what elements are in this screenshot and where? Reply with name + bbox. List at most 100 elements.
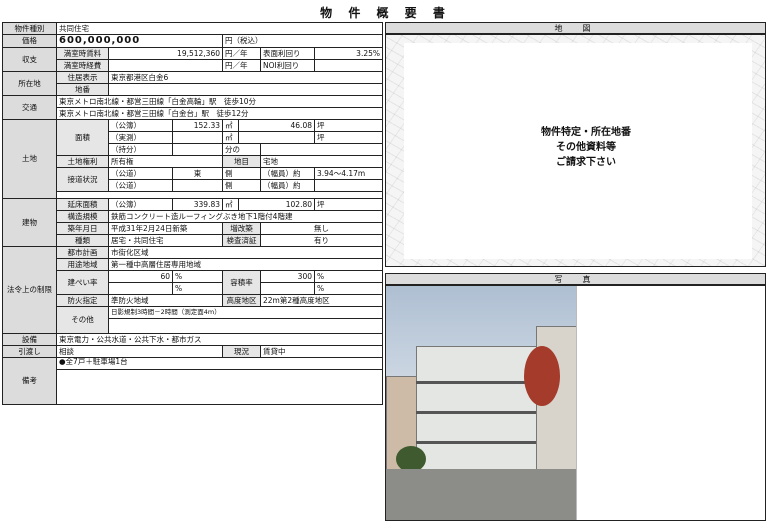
- far-label: 容積率: [222, 270, 261, 295]
- price-value: 600,000,000: [56, 34, 223, 48]
- extension-label: 増改築: [222, 222, 261, 235]
- unit-tsubo: 坪: [314, 119, 383, 132]
- structure-label: 構造規模: [56, 210, 109, 223]
- fire-value: 準防火地域: [108, 294, 223, 307]
- land-share-label: （持分）: [108, 143, 173, 156]
- map-request-note: 物件特定・所在地番 その他資料等 ご請求下さい: [486, 125, 686, 170]
- income-label: 収支: [2, 47, 57, 72]
- land-official-tsubo: 46.08: [238, 119, 315, 132]
- other-value: 日影規制3時間－2時間（測定面4m）: [108, 306, 383, 319]
- utilities-value: 東京電力・公共水道・公共下水・都市ガス: [56, 333, 383, 346]
- status-label: 現況: [222, 345, 261, 358]
- building-label: 建物: [2, 198, 57, 247]
- income-full-label: 満室時賃料: [56, 47, 109, 60]
- city-plan-value: 市街化区域: [108, 246, 383, 259]
- floor-area-official: （公簿）: [108, 198, 173, 211]
- far-value: 300: [260, 270, 315, 283]
- type-value: 共同住宅: [56, 22, 383, 35]
- structure-value: 鉄筋コンクリート造ルーフィングぶき地下1階付4階建: [108, 210, 383, 223]
- address-display-label: 住居表示: [56, 71, 109, 84]
- road-2-side: 側: [222, 179, 261, 192]
- type-label: 物件種別: [2, 22, 57, 35]
- bcr-percent-2: %: [172, 282, 223, 295]
- delivery-value: 相談: [56, 345, 223, 358]
- yield-gross-label: 表面利回り: [260, 47, 315, 60]
- road-1-width-label: （幅員）約: [260, 167, 315, 180]
- road-label: 接道状況: [56, 167, 109, 192]
- photo-balcony-2: [416, 411, 536, 414]
- extension-value: 無し: [260, 222, 383, 235]
- bcr-value: 60: [108, 270, 173, 283]
- photo-cover-sheet: [576, 286, 765, 520]
- expense-unit: 円／年: [222, 59, 261, 72]
- photo-balcony-1: [416, 381, 536, 384]
- floor-area-m2: 339.83: [172, 198, 223, 211]
- income-full-value: 19,512,360: [108, 47, 223, 60]
- road-1-width: 3.94～4.17m: [314, 167, 383, 180]
- land-right-value: 所有権: [108, 155, 223, 168]
- road-1-side: 側: [222, 167, 261, 180]
- income-full-unit: 円／年: [222, 47, 261, 60]
- traffic-1: 東京メトロ南北線・都営三田線「白金高輪」駅 徒歩10分: [56, 95, 383, 108]
- yield-noi-label: NOI利回り: [260, 59, 315, 72]
- inspection-label: 検査済証: [222, 234, 261, 247]
- bcr-percent: %: [172, 270, 223, 283]
- map-panel: 物件特定・所在地番 その他資料等 ご請求下さい: [385, 34, 766, 267]
- built-label: 築年月日: [56, 222, 109, 235]
- land-share-unit: 分の: [222, 143, 261, 156]
- building-photo: [385, 285, 766, 521]
- photo-red-tree: [524, 346, 560, 406]
- road-2-width-label: （幅員）約: [260, 179, 315, 192]
- page-title: 物 件 概 要 書: [320, 6, 451, 20]
- delivery-label: 引渡し: [2, 345, 57, 358]
- floor-area-label: 延床面積: [56, 198, 109, 211]
- land-official-m2: 152.33: [172, 119, 223, 132]
- floor-area-tsubo: 102.80: [238, 198, 315, 211]
- unit-tsubo-2: 坪: [314, 131, 383, 144]
- address-display-value: 東京都港区白金6: [108, 71, 383, 84]
- height-label: 高度地区: [222, 294, 261, 307]
- far-percent: %: [314, 270, 383, 283]
- unit-m2-3: ㎡: [222, 198, 239, 211]
- law-label: 法令上の制限: [2, 246, 57, 334]
- map-note-line-3: ご請求下さい: [556, 157, 616, 168]
- fire-label: 防火指定: [56, 294, 109, 307]
- land-right-label: 土地権利: [56, 155, 109, 168]
- land-category-label: 地目: [222, 155, 261, 168]
- map-heading: 地 図: [385, 22, 766, 34]
- yield-gross-value: 3.25%: [314, 47, 383, 60]
- land-category-value: 宅地: [260, 155, 383, 168]
- unit-m2-2: ㎡: [222, 131, 239, 144]
- land-official-label: （公簿）: [108, 119, 173, 132]
- area-label: 面積: [56, 119, 109, 156]
- price-unit: 円（税込）: [222, 34, 383, 48]
- kind-label: 種類: [56, 234, 109, 247]
- road-1-label: （公道）: [108, 167, 173, 180]
- built-value: 平成31年2月24日新築: [108, 222, 223, 235]
- land-label: 土地: [2, 119, 57, 199]
- inspection-value: 有り: [260, 234, 383, 247]
- photo-balcony-3: [416, 441, 536, 444]
- height-value: 22m第2種高度地区: [260, 294, 383, 307]
- zone-label: 用途地域: [56, 258, 109, 271]
- location-label: 所在地: [2, 71, 57, 96]
- photo-heading: 写 真: [385, 273, 766, 285]
- traffic-label: 交通: [2, 95, 57, 120]
- unit-m2: ㎡: [222, 119, 239, 132]
- status-value: 賃貸中: [260, 345, 383, 358]
- bcr-label: 建ぺい率: [56, 270, 109, 295]
- property-summary-table: 物件種別 共同住宅 価格 600,000,000 円（税込） 収支 満室時賃料 …: [2, 22, 383, 405]
- map-note-line-2: その他資料等: [556, 142, 616, 153]
- utilities-label: 設備: [2, 333, 57, 346]
- other-label: その他: [56, 306, 109, 334]
- remarks-label: 備考: [2, 357, 57, 405]
- lot-label: 地番: [56, 83, 109, 96]
- remarks-value: ●全7戸＋駐車場1台: [56, 357, 383, 370]
- traffic-2: 東京メトロ南北線・都営三田線「白金台」駅 徒歩12分: [56, 107, 383, 120]
- kind-value: 居宅・共同住宅: [108, 234, 223, 247]
- map-note-line-1: 物件特定・所在地番: [541, 127, 631, 138]
- price-label: 価格: [2, 34, 57, 48]
- city-plan-label: 都市計画: [56, 246, 109, 259]
- far-percent-2: %: [314, 282, 383, 295]
- expense-label: 満室時経費: [56, 59, 109, 72]
